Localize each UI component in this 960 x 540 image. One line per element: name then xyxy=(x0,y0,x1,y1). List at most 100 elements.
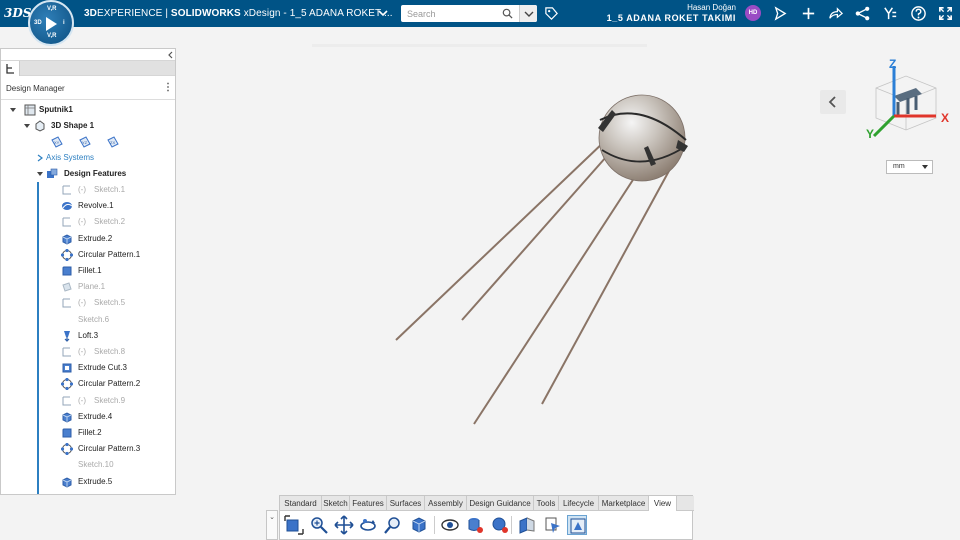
view-cube[interactable]: Z X Y xyxy=(858,58,954,142)
tree-tab[interactable] xyxy=(1,61,20,76)
tree-item-label: Extrude.2 xyxy=(78,233,113,243)
rotate-icon[interactable] xyxy=(358,515,378,535)
tree-item[interactable]: Circular Pattern.2 xyxy=(1,377,171,391)
toolbar-separator xyxy=(434,516,435,534)
tab-lifecycle[interactable]: Lifecycle xyxy=(559,496,599,511)
zoom-area-icon[interactable] xyxy=(383,515,403,535)
tree-item[interactable]: Axis Systems xyxy=(1,151,171,165)
add-icon[interactable] xyxy=(800,5,817,22)
tree-item[interactable]: (-) Sketch.5 xyxy=(1,296,171,310)
tree-item[interactable]: Loft.3 xyxy=(1,329,171,343)
tab-surfaces[interactable]: Surfaces xyxy=(387,496,425,511)
back-button[interactable] xyxy=(820,90,846,114)
tree-item[interactable]: Revolve.1 xyxy=(1,199,171,213)
tree-item[interactable]: Plane.1 xyxy=(1,280,171,294)
unit-select[interactable]: mm xyxy=(886,160,933,174)
tab-design-guidance[interactable]: Design Guidance xyxy=(467,496,534,511)
action-bar-tabs: Standard Sketch Features Surfaces Assembly De… xyxy=(280,496,694,511)
tree-item-label: Axis Systems xyxy=(46,153,95,162)
sputnik-sphere xyxy=(598,94,686,182)
extrude-icon xyxy=(61,476,73,488)
expand-caret-icon[interactable] xyxy=(23,119,31,139)
user-name[interactable]: Hasan Doğan xyxy=(616,3,736,12)
y-axis-label: Y xyxy=(866,127,874,141)
fit-all-icon[interactable] xyxy=(284,515,304,535)
search-icon[interactable] xyxy=(502,8,513,19)
collapse-panel-icon[interactable] xyxy=(167,51,175,59)
tree-item[interactable]: (-) Sketch.8 xyxy=(1,345,171,359)
tree-item[interactable]: Sputnik1 xyxy=(1,103,171,117)
section-icon[interactable] xyxy=(517,515,537,535)
svg-text:ZX: ZX xyxy=(110,140,115,145)
suppressed-marker: (-) xyxy=(78,298,86,308)
3ds-logo[interactable]: 3DS xyxy=(4,6,31,20)
circular-pattern-icon xyxy=(60,443,74,456)
circular-pattern-icon xyxy=(60,248,74,261)
tree-item[interactable]: (-) Sketch.2 xyxy=(1,215,171,229)
help-icon[interactable] xyxy=(910,5,927,22)
pan-icon[interactable] xyxy=(334,515,354,535)
tree-item[interactable]: Circular Pattern.1 xyxy=(1,248,171,262)
tree-item[interactable]: (-) Sketch.1 xyxy=(1,183,171,197)
share-icon[interactable] xyxy=(827,5,844,22)
tree-item[interactable]: Sketch.6 xyxy=(1,313,171,327)
tree-item[interactable]: Sketch.10 xyxy=(1,458,171,472)
antenna-4 xyxy=(541,157,677,405)
suppressed-marker: (-) xyxy=(78,395,86,405)
dropdown-arrow-icon xyxy=(922,165,928,169)
suppressed-marker: (-) xyxy=(78,185,86,194)
network-icon[interactable] xyxy=(854,5,871,22)
display-style-icon[interactable] xyxy=(543,515,563,535)
tab-features[interactable]: Features xyxy=(350,496,387,511)
chevron-down-icon[interactable] xyxy=(378,8,388,18)
perspective-icon[interactable] xyxy=(567,515,587,535)
appearance-icon[interactable] xyxy=(465,515,485,535)
avatar[interactable]: HD xyxy=(745,5,761,21)
tab-view[interactable]: View xyxy=(649,496,677,511)
tree-item[interactable]: Circular Pattern.3 xyxy=(1,442,171,456)
sketch-icon xyxy=(61,184,73,196)
compass-bottom-label: V,R xyxy=(47,33,57,39)
zoom-icon[interactable] xyxy=(309,515,329,535)
xy-plane-icon[interactable]: XY xyxy=(51,136,63,148)
panel-tab-row xyxy=(1,60,175,76)
antenna-1 xyxy=(395,139,607,341)
tab-tools[interactable]: Tools xyxy=(534,496,559,511)
yz-plane-icon[interactable]: YZ xyxy=(79,136,91,148)
compass-widget[interactable]: V,R 3D i V,R xyxy=(28,0,74,46)
compass-share-icon[interactable] xyxy=(772,5,789,22)
zx-plane-icon[interactable]: ZX xyxy=(107,136,119,148)
search-input[interactable] xyxy=(407,7,495,20)
more-options-icon[interactable]: ⋮ xyxy=(163,82,173,93)
tree-item-label: Sketch.5 xyxy=(94,298,126,308)
tab-sketch[interactable]: Sketch xyxy=(322,496,350,511)
svg-text:YZ: YZ xyxy=(82,140,88,145)
tree-item[interactable]: Fillet.1 xyxy=(1,264,171,278)
app-title[interactable]: 3DEXPERIENCE | SOLIDWORKS xDesign - 1_5 … xyxy=(84,8,393,19)
plane-icon xyxy=(61,281,73,293)
action-bar: Standard Sketch Features Surfaces Assembly De… xyxy=(279,495,694,540)
tree-item[interactable]: Extrude.4 xyxy=(1,410,171,424)
tree-item[interactable]: (-) Sketch.9 xyxy=(1,394,171,408)
fullscreen-icon[interactable] xyxy=(937,5,954,22)
tree-item[interactable]: Design Features xyxy=(1,167,171,181)
render-icon[interactable] xyxy=(490,515,510,535)
divider xyxy=(1,99,175,100)
collab-space-name[interactable]: 1_5 ADANA ROKET TAKIMI xyxy=(516,13,736,23)
tree-item[interactable]: Extrude.2 xyxy=(1,232,171,246)
tree-item[interactable]: Extrude Cut.3 xyxy=(1,361,171,375)
tab-assembly[interactable]: Assembly xyxy=(425,496,467,511)
tree-item[interactable]: Extrude.5 xyxy=(1,475,171,489)
tab-standard[interactable]: Standard xyxy=(280,496,322,511)
tree-item[interactable]: 3D Shape 1 xyxy=(1,119,171,133)
hide-show-icon[interactable] xyxy=(440,515,460,535)
action-bar-expand-button[interactable]: ⌄ xyxy=(266,510,278,540)
tab-marketplace[interactable]: Marketplace xyxy=(599,496,649,511)
top-bar: 3DS 3DEXPERIENCE | SOLIDWORKS xDesign - … xyxy=(0,0,960,27)
tree-item-label: Extrude.5 xyxy=(78,476,113,486)
tree-item-label: Revolve.1 xyxy=(78,201,114,211)
tree-item[interactable]: Fillet.2 xyxy=(1,426,171,440)
view-cube-icon[interactable] xyxy=(409,515,429,535)
tree-item-label: Circular Pattern.3 xyxy=(78,444,141,454)
apps-icon[interactable] xyxy=(882,5,899,22)
